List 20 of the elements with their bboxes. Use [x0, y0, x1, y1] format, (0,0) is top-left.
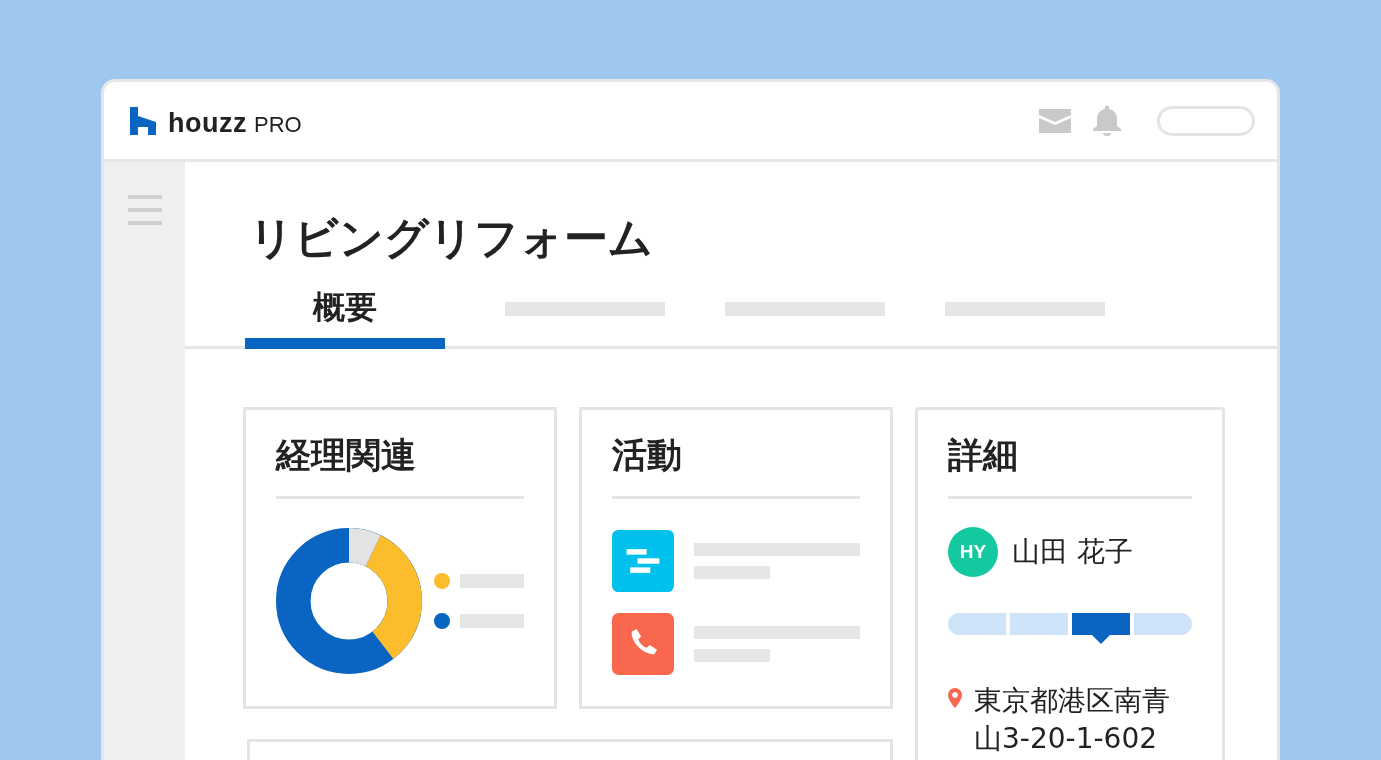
card-title: 経理関連	[276, 434, 417, 477]
task-list-icon[interactable]	[612, 527, 674, 595]
house-logo-icon	[130, 106, 156, 135]
phone-icon[interactable]	[612, 611, 674, 677]
mail-icon[interactable]	[1039, 108, 1071, 133]
map-pin-icon	[948, 688, 962, 708]
legend-placeholder	[460, 574, 524, 588]
legend-placeholder	[460, 614, 524, 628]
logo-suffix: PRO	[254, 114, 302, 135]
contact-name: 山田 花子	[1012, 534, 1133, 570]
account-pill[interactable]	[1157, 105, 1255, 136]
project-title: リビングリフォーム	[249, 211, 654, 265]
tab[interactable]: 概要	[245, 280, 445, 349]
card-title: 活動	[612, 434, 683, 477]
avatar-initials: HY	[948, 527, 998, 577]
address-text: 東京都港区南青山3-20-1-602	[974, 683, 1171, 757]
menu-icon[interactable]	[127, 195, 162, 225]
card-title: 詳細	[948, 434, 1019, 477]
bell-icon[interactable]	[1091, 105, 1123, 136]
logo-wordmark: houzz	[168, 110, 247, 135]
